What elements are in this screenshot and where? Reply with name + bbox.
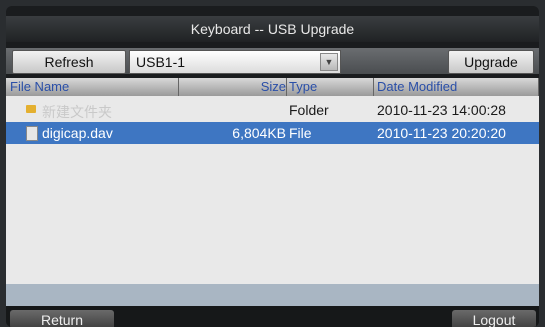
list-item-selected[interactable]: digicap.dav 6,804KB File 2010-11-23 20:2… [6, 122, 539, 144]
list-item[interactable]: 新建文件夹 Folder 2010-11-23 14:00:28 [6, 99, 539, 121]
column-divider [538, 78, 539, 96]
column-header-size[interactable]: Size [261, 79, 286, 94]
file-type: Folder [289, 102, 329, 118]
file-icon [26, 126, 38, 141]
status-bar [6, 284, 539, 306]
file-name: digicap.dav [42, 125, 113, 141]
logout-button[interactable]: Logout [452, 310, 536, 327]
folder-icon [26, 105, 36, 113]
file-type: File [289, 125, 312, 141]
column-header-date-modified[interactable]: Date Modified [377, 79, 457, 94]
return-button[interactable]: Return [10, 310, 114, 327]
file-list: 新建文件夹 Folder 2010-11-23 14:00:28 digicap… [6, 96, 539, 284]
upgrade-button[interactable]: Upgrade [448, 50, 534, 74]
usb-device-select[interactable]: USB1-1 ▼ [129, 50, 341, 74]
file-date: 2010-11-23 20:20:20 [377, 125, 506, 141]
usb-upgrade-screen: Keyboard -- USB Upgrade Refresh USB1-1 ▼… [6, 6, 539, 327]
column-header-type[interactable]: Type [289, 79, 317, 94]
file-name: 新建文件夹 [42, 105, 112, 121]
usb-device-value: USB1-1 [136, 54, 186, 70]
refresh-button[interactable]: Refresh [12, 50, 126, 74]
column-header-file-name[interactable]: File Name [10, 79, 69, 94]
bottom-bar: Return Logout [6, 306, 539, 327]
column-divider[interactable] [373, 78, 374, 96]
window-title: Keyboard -- USB Upgrade [6, 16, 539, 42]
column-divider[interactable] [178, 78, 179, 96]
file-date: 2010-11-23 14:00:28 [377, 102, 506, 118]
file-list-header: File Name Size Type Date Modified [6, 78, 539, 96]
chevron-down-icon[interactable]: ▼ [320, 53, 338, 71]
file-size: 6,804KB [232, 125, 286, 141]
toolbar: Refresh USB1-1 ▼ Upgrade [6, 48, 539, 74]
column-divider[interactable] [286, 78, 287, 96]
